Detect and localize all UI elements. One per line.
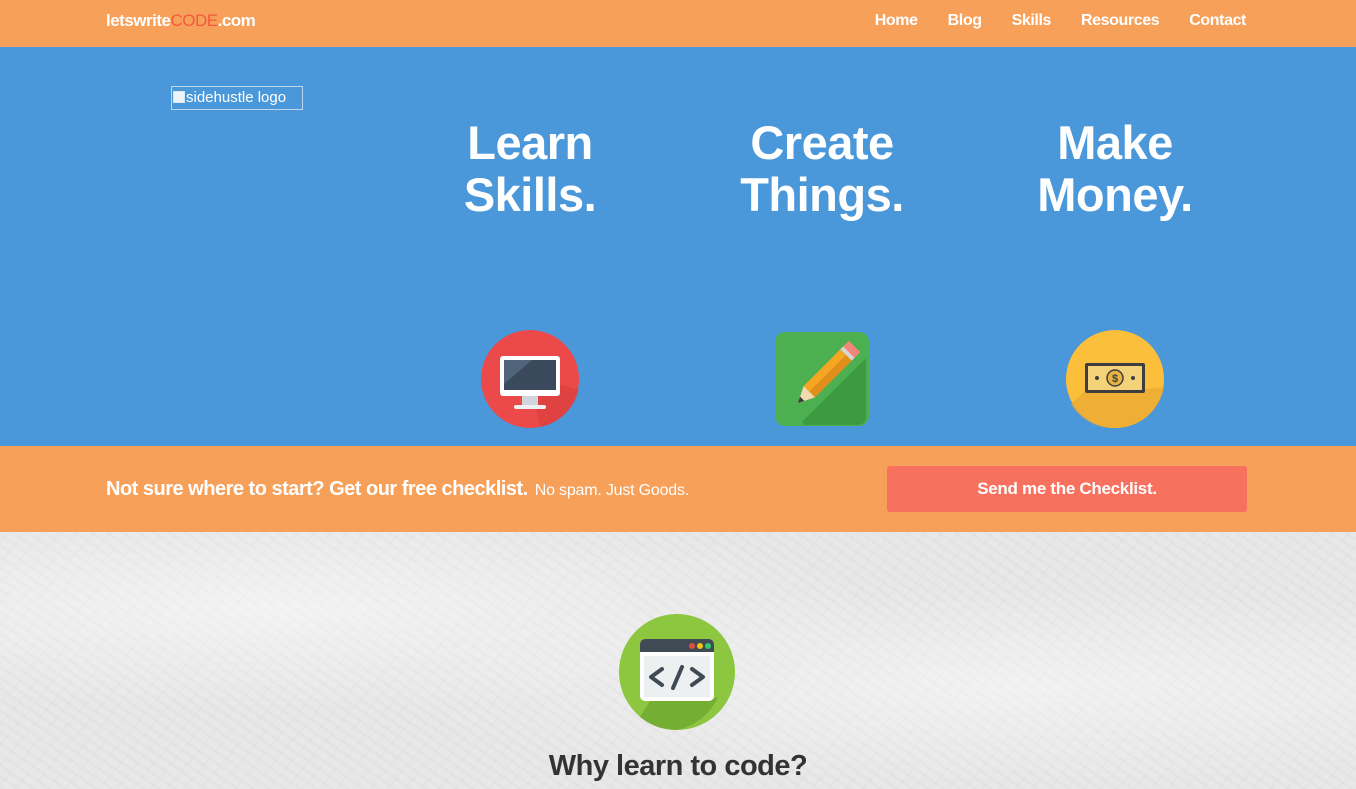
code-window-icon (618, 613, 736, 731)
nav-contact[interactable]: Contact (1189, 12, 1246, 30)
cta-text: Not sure where to start? Get our free ch… (106, 478, 689, 501)
learn-skills-column: Learn Skills. (400, 117, 660, 428)
brand-logo[interactable]: letswriteCODE.com (106, 11, 256, 31)
make-money-column: Make Money. $ (985, 117, 1245, 429)
why-code-section: Why learn to code? (0, 532, 1356, 789)
svg-text:$: $ (1112, 373, 1118, 385)
pencil-icon (772, 329, 872, 429)
checklist-cta-bar: Not sure where to start? Get our free ch… (0, 446, 1356, 532)
heading-line1: Create (750, 116, 894, 169)
heading-line2: Money. (1037, 168, 1193, 221)
top-navbar: letswriteCODE.com Home Blog Skills Resou… (0, 0, 1356, 47)
cta-subtext: No spam. Just Goods. (534, 482, 690, 499)
heading-line2: Skills. (463, 168, 597, 221)
create-things-column: Create Things. (692, 117, 952, 426)
section-title: Why learn to code? (548, 750, 808, 782)
column-heading: Learn Skills. (400, 117, 660, 221)
money-icon: $ (1065, 329, 1165, 429)
send-checklist-button[interactable]: Send me the Checklist. (887, 466, 1247, 512)
brand-highlight: CODE (170, 11, 218, 30)
heading-line1: Learn (467, 116, 593, 169)
nav-resources[interactable]: Resources (1081, 12, 1160, 30)
brand-suffix: .com (217, 11, 256, 30)
nav-skills[interactable]: Skills (1012, 12, 1052, 30)
nav-links: Home Blog Skills Resources Contact (875, 12, 1247, 30)
brand-prefix: letswrite (106, 11, 171, 30)
heading-line2: Things. (740, 168, 904, 221)
cta-headline: Not sure where to start? Get our free ch… (106, 478, 528, 500)
broken-image-icon (173, 91, 185, 103)
column-heading: Make Money. (985, 117, 1245, 221)
logo-alt-text: sidehustle logo (186, 89, 287, 106)
column-heading: Create Things. (692, 117, 952, 221)
heading-line1: Make (1057, 116, 1173, 169)
nav-blog[interactable]: Blog (948, 12, 982, 30)
nav-home[interactable]: Home (875, 12, 918, 30)
hero-section: sidehustle logo Learn Skills. Create Thi… (0, 47, 1356, 446)
computer-icon (480, 329, 580, 429)
sidehustle-logo-image: sidehustle logo (171, 86, 303, 110)
